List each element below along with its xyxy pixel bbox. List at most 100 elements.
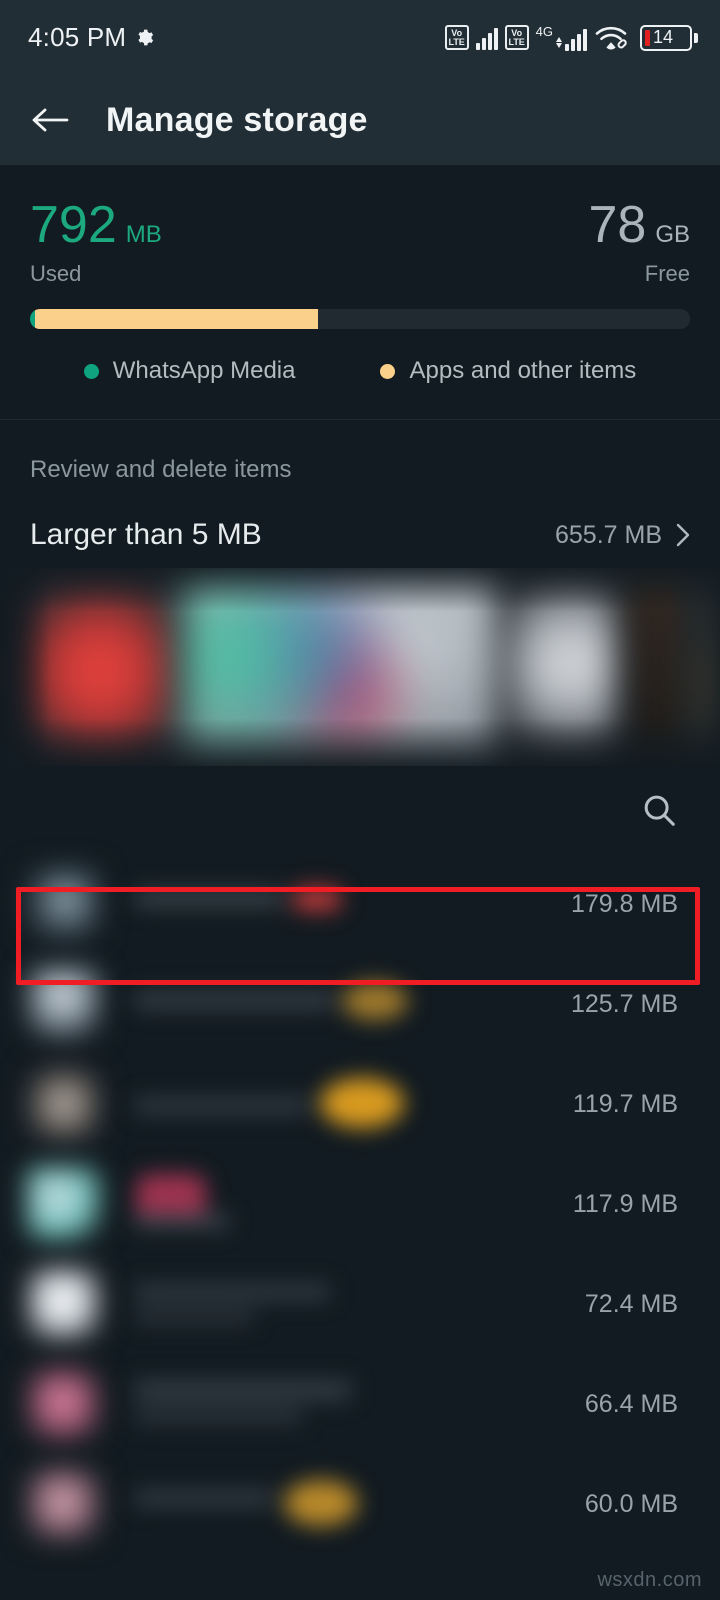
used-storage-block: 792 MB Used (30, 199, 162, 287)
signal-bars-sim1-icon (475, 25, 498, 50)
file-meta (124, 1168, 573, 1240)
battery-tip (694, 32, 698, 43)
volte-sim2-icon: Vo LTE (504, 25, 529, 50)
file-name-placeholder (134, 1380, 352, 1400)
file-thumbnail (28, 1468, 100, 1540)
storage-bar-segment-apps (35, 309, 318, 329)
signal-bars-sim2-icon (565, 26, 587, 51)
file-badge-placeholder (342, 982, 408, 1020)
status-bar: 4:05 PM Vo LTE Vo LTE 4G 14 (0, 0, 720, 75)
file-list: 179.8 MB 125.7 MB 119.7 MB 117.9 MB 72.4… (0, 854, 720, 1554)
search-bar (0, 766, 720, 854)
page-title: Manage storage (106, 100, 368, 139)
file-size: 179.8 MB (570, 889, 678, 918)
gear-icon (138, 29, 154, 46)
file-meta (124, 1268, 585, 1340)
file-meta (124, 868, 571, 940)
watermark: wsxdn.com (597, 1569, 702, 1591)
file-meta (124, 968, 571, 1040)
file-sub-placeholder (134, 1408, 302, 1424)
table-row[interactable]: 119.7 MB (0, 1054, 720, 1154)
file-thumbnail (28, 1168, 100, 1240)
wifi-icon (595, 26, 627, 49)
file-thumbnail (28, 968, 100, 1040)
file-meta (124, 1468, 585, 1540)
used-amount: 792 MB (30, 199, 162, 251)
larger-than-right: 655.7 MB (555, 521, 690, 550)
preview-thumbnail[interactable] (506, 568, 624, 766)
status-bar-clock: 4:05 PM (28, 22, 127, 52)
file-size: 60.0 MB (584, 1489, 678, 1518)
table-row[interactable]: 125.7 MB (0, 954, 720, 1054)
table-row[interactable]: 179.8 MB (0, 854, 720, 954)
mobile-data-group: 4G (536, 24, 587, 51)
file-badge-placeholder (294, 888, 340, 910)
file-badge-placeholder (284, 1480, 358, 1526)
legend-label-media: WhatsApp Media (112, 357, 296, 384)
table-row[interactable]: 66.4 MB (0, 1354, 720, 1454)
used-value: 792 (30, 196, 117, 254)
file-thumbnail (28, 1368, 100, 1440)
file-size: 125.7 MB (570, 989, 678, 1018)
file-name-placeholder (134, 1284, 330, 1300)
table-row[interactable]: 60.0 MB (0, 1454, 720, 1554)
free-label: Free (644, 261, 690, 286)
used-label: Used (30, 261, 82, 286)
legend-label-apps: Apps and other items (409, 357, 637, 384)
file-thumbnail (28, 868, 100, 940)
storage-usage-bar (30, 309, 690, 329)
legend-dot-apps (380, 363, 396, 379)
legend-dot-media (83, 363, 99, 379)
volte-sim1-icon: Vo LTE (444, 25, 469, 50)
volte-bottom-text-2: LTE (508, 36, 525, 47)
file-size: 117.9 MB (572, 1189, 678, 1218)
network-type-label: 4G (535, 24, 553, 39)
manage-storage-screen: 4:05 PM Vo LTE Vo LTE 4G 14 Manage stora… (0, 0, 720, 1600)
legend-item-whatsapp-media: WhatsApp Media (83, 357, 296, 385)
file-meta (124, 1068, 573, 1140)
file-name-placeholder (134, 1490, 274, 1506)
file-name-placeholder (134, 1214, 230, 1229)
table-row[interactable]: 72.4 MB (0, 1254, 720, 1354)
table-row[interactable]: 117.9 MB (0, 1154, 720, 1254)
preview-thumbnail[interactable] (628, 568, 688, 766)
status-bar-left: 4:05 PM (28, 22, 154, 53)
review-section-heading: Review and delete items (30, 456, 292, 483)
file-size: 119.7 MB (572, 1089, 678, 1118)
file-name-placeholder (134, 890, 284, 906)
status-bar-right: Vo LTE Vo LTE 4G 14 (444, 24, 698, 52)
app-bar: Manage storage (0, 75, 720, 165)
review-section: Review and delete items Larger than 5 MB… (0, 420, 720, 552)
used-unit: MB (125, 221, 162, 248)
preview-thumbnail[interactable] (692, 568, 720, 766)
free-storage-block: 78 GB Free (588, 199, 690, 287)
data-transfer-icon (556, 37, 562, 48)
larger-than-row[interactable]: Larger than 5 MB 655.7 MB (30, 518, 690, 552)
larger-than-size: 655.7 MB (554, 520, 662, 549)
free-value: 78 (588, 196, 647, 254)
file-meta (124, 1368, 585, 1440)
battery-percent-label: 14 (653, 27, 674, 47)
file-name-placeholder (134, 992, 334, 1008)
preview-thumbnail[interactable] (28, 568, 178, 766)
file-thumbnail (28, 1268, 100, 1340)
storage-legend: WhatsApp Media Apps and other items (30, 357, 690, 419)
free-unit: GB (655, 221, 690, 248)
storage-summary: 792 MB Used 78 GB Free WhatsApp Media Ap… (0, 165, 720, 419)
battery-icon: 14 (640, 24, 698, 51)
preview-thumbnail[interactable] (182, 568, 502, 766)
volte-bottom-text: LTE (448, 36, 465, 47)
file-size: 72.4 MB (584, 1289, 678, 1318)
legend-item-apps: Apps and other items (380, 357, 636, 385)
file-size: 66.4 MB (584, 1389, 678, 1418)
file-thumbnail (28, 1068, 100, 1140)
free-amount: 78 GB (588, 199, 690, 251)
back-arrow-icon[interactable] (30, 105, 70, 135)
battery-low-indicator (645, 29, 650, 46)
search-icon[interactable] (640, 791, 678, 829)
media-preview-strip[interactable] (0, 568, 720, 766)
chevron-right-icon[interactable] (676, 523, 690, 547)
file-sub-placeholder (134, 1310, 254, 1324)
larger-than-label: Larger than 5 MB (30, 518, 262, 551)
storage-amounts-row: 792 MB Used 78 GB Free (30, 199, 690, 287)
